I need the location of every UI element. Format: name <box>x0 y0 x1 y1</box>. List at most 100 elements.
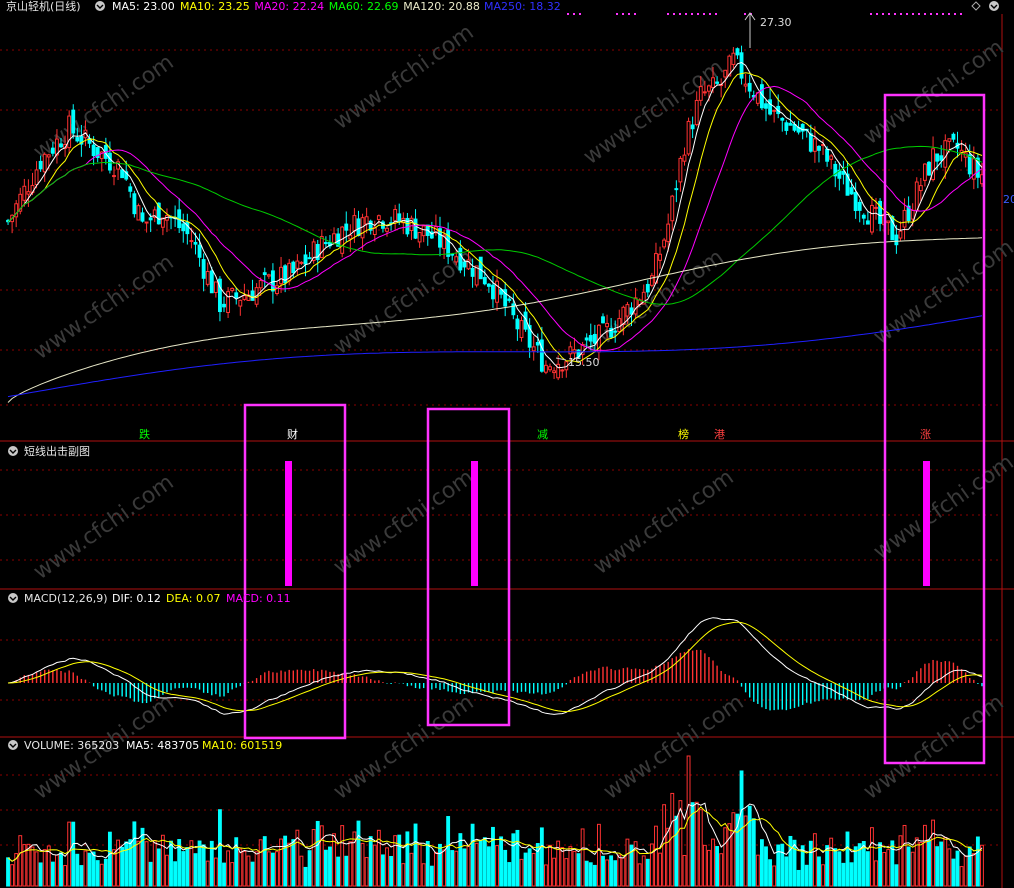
ma20-line <box>7 85 983 352</box>
volume-bar <box>34 851 39 887</box>
volume-bar <box>588 862 593 887</box>
volume-bar <box>617 854 622 887</box>
volume-bar <box>825 845 830 887</box>
volume-bar <box>654 825 658 887</box>
chevron-down-icon[interactable] <box>8 593 18 603</box>
volume-bar <box>364 857 369 887</box>
watermark-text: www.cfchi.com <box>869 450 1014 565</box>
signal-dot <box>573 13 575 15</box>
watermark-text: www.cfchi.com <box>599 690 748 805</box>
candle-body <box>495 280 499 303</box>
signal-dot <box>906 13 908 15</box>
volume-bar <box>935 846 940 887</box>
volume-bar <box>951 858 956 887</box>
signal-dot <box>691 13 693 15</box>
chevron-down-icon[interactable] <box>95 1 105 11</box>
candle-body <box>458 247 463 271</box>
candle-body <box>898 230 903 239</box>
volume-bar <box>413 823 418 887</box>
volume-bar <box>711 838 715 887</box>
candle-body <box>784 122 789 131</box>
candle-body <box>702 91 707 94</box>
volume-title: VOLUME: 365203 <box>24 739 119 752</box>
chevron-down-icon[interactable] <box>8 446 18 456</box>
volume-bar <box>495 845 499 887</box>
candle-body <box>658 253 662 261</box>
volume-bar <box>874 860 878 887</box>
candle-body <box>645 283 650 293</box>
signal-dot <box>924 13 926 15</box>
volume-bar <box>694 801 699 887</box>
candle-body <box>266 274 271 277</box>
volume-bar <box>963 855 968 887</box>
signal-bar <box>285 461 292 586</box>
volume-bar <box>833 848 838 887</box>
candle-body <box>299 261 304 264</box>
candle-body <box>780 117 785 121</box>
signal-marker: 财 <box>287 427 298 441</box>
candle-body <box>234 292 239 299</box>
volume-bar <box>287 842 292 887</box>
candle-body <box>262 272 267 276</box>
candle-body <box>454 256 459 263</box>
volume-bar <box>910 851 915 887</box>
volume-bar <box>385 847 389 887</box>
chevron-down-icon[interactable] <box>8 740 18 750</box>
volume-bar <box>381 854 385 887</box>
watermark-text: www.cfchi.com <box>579 55 728 170</box>
candle-body <box>478 256 483 280</box>
candle-body <box>633 297 638 315</box>
candle-body <box>711 77 715 89</box>
candle-body <box>678 157 683 183</box>
signal-bar <box>471 461 478 586</box>
volume-bar <box>906 846 911 887</box>
volume-bar <box>731 812 736 887</box>
volume-bar <box>865 851 870 887</box>
grid-lines <box>0 13 1014 888</box>
volume-bar <box>340 825 345 887</box>
volume-bar <box>401 863 406 887</box>
stock-title[interactable]: 京山轻机(日线) <box>6 0 81 13</box>
volume-bar <box>943 836 948 887</box>
candle-body <box>743 83 748 87</box>
candle-body <box>462 261 467 268</box>
volume-bar <box>645 858 650 887</box>
candle-body <box>649 275 654 286</box>
volume-bar <box>136 840 141 887</box>
volume-bar <box>181 851 186 887</box>
volume-bar <box>931 819 935 887</box>
volume-bar <box>372 844 377 887</box>
candle-body <box>967 154 972 175</box>
signal-marker: 港 <box>714 428 725 441</box>
volume-bar <box>576 853 581 887</box>
candle-body <box>132 193 137 215</box>
diamond-icon[interactable] <box>971 1 981 11</box>
main-price-panel[interactable] <box>6 45 984 381</box>
signal-dot <box>628 13 630 15</box>
candle-body <box>939 155 944 161</box>
volume-bar <box>193 853 198 887</box>
ma-legend-item: MA60: 22.69 <box>329 0 399 13</box>
volume-bar <box>491 826 495 887</box>
volume-bar <box>103 858 108 887</box>
volume-bar <box>613 860 618 887</box>
volume-bar <box>637 863 642 887</box>
candle-body <box>812 138 817 152</box>
volume-bar <box>702 844 707 887</box>
volume-bar <box>254 851 259 887</box>
volume-panel[interactable] <box>6 755 984 887</box>
volume-bar <box>356 820 361 887</box>
volume-ma10: MA10: 601519 <box>202 739 282 752</box>
candle-body <box>715 81 720 84</box>
candle-body <box>927 161 931 176</box>
settings-circle-icon[interactable] <box>989 1 999 11</box>
volume-bar <box>10 864 15 887</box>
volume-bar <box>580 828 585 887</box>
volume-bar <box>458 833 463 887</box>
candle-body <box>617 318 622 333</box>
volume-bar <box>242 851 247 887</box>
signal-dot <box>954 13 956 15</box>
signal-dot <box>622 13 624 15</box>
volume-bar <box>821 864 825 887</box>
volume-bar <box>715 846 720 887</box>
